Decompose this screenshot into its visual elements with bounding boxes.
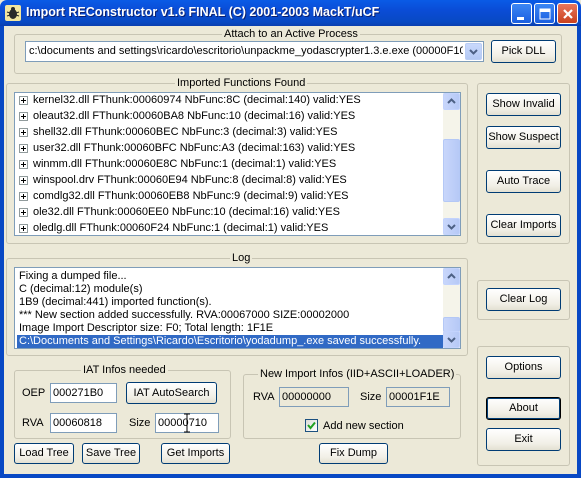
add-section-checkbox[interactable]	[305, 419, 318, 432]
add-section-label: Add new section	[323, 420, 404, 432]
new-import-rva-label: RVA	[253, 391, 275, 403]
maximize-button[interactable]	[534, 3, 555, 24]
expand-plus-icon[interactable]	[19, 160, 28, 169]
attach-group-label: Attach to an Active Process	[222, 28, 360, 40]
oep-input[interactable]: 000271B0	[50, 383, 117, 403]
expand-plus-icon[interactable]	[19, 176, 28, 185]
iat-group-label: IAT Infos needed	[81, 364, 168, 376]
process-combobox-value: c:\documents and settings\ricardo\escrit…	[29, 45, 463, 57]
exit-button[interactable]: Exit	[486, 428, 561, 451]
process-combobox[interactable]: c:\documents and settings\ricardo\escrit…	[25, 41, 484, 62]
maximize-icon	[539, 8, 551, 20]
expand-plus-icon[interactable]	[19, 112, 28, 121]
clear-imports-button[interactable]: Clear Imports	[486, 214, 561, 237]
new-import-group-label: New Import Infos (IID+ASCII+LOADER)	[258, 368, 457, 380]
log-listbox[interactable]: Fixing a dumped file... C (decimal:12) m…	[14, 267, 461, 349]
new-import-rva-field: 00000000	[279, 387, 349, 407]
window-title: Import REConstructor v1.6 FINAL (C) 2001…	[26, 5, 380, 19]
expand-plus-icon[interactable]	[19, 96, 28, 105]
log-line-selected[interactable]: C:\Documents and Settings\Ricardo\Escrit…	[17, 335, 443, 348]
show-suspect-button[interactable]: Show Suspect	[486, 126, 561, 149]
scroll-down-icon[interactable]	[443, 331, 460, 348]
options-button[interactable]: Options	[486, 356, 561, 379]
expand-plus-icon[interactable]	[19, 208, 28, 217]
show-invalid-button[interactable]: Show Invalid	[486, 93, 561, 116]
expand-plus-icon[interactable]	[19, 128, 28, 137]
title-bar[interactable]: Import REConstructor v1.6 FINAL (C) 2001…	[0, 0, 581, 26]
pick-dll-button[interactable]: Pick DLL	[491, 40, 556, 63]
log-line: C (decimal:12) module(s)	[19, 283, 143, 295]
new-import-size-label: Size	[360, 391, 382, 403]
log-line: 1B9 (decimal:441) imported function(s).	[19, 296, 212, 308]
close-icon	[563, 9, 573, 19]
tree-row[interactable]: oleaut32.dll FThunk:00060BA8 NbFunc:10 (…	[15, 109, 445, 125]
expand-plus-icon[interactable]	[19, 224, 28, 233]
rva-label: RVA	[22, 417, 44, 429]
save-tree-button[interactable]: Save Tree	[82, 443, 140, 464]
bug-icon	[5, 5, 21, 21]
log-line: Fixing a dumped file...	[19, 270, 127, 282]
expand-plus-icon[interactable]	[19, 144, 28, 153]
log-scrollbar[interactable]	[443, 268, 460, 348]
size-label: Size	[129, 417, 151, 429]
fix-dump-button[interactable]: Fix Dump	[319, 443, 388, 464]
tree-row[interactable]: user32.dll FThunk:00060BFC NbFunc:A3 (de…	[15, 141, 445, 157]
get-imports-button[interactable]: Get Imports	[161, 443, 230, 464]
imports-scrollbar[interactable]	[443, 93, 460, 235]
auto-trace-button[interactable]: Auto Trace	[486, 170, 561, 193]
tree-row[interactable]: winmm.dll FThunk:00060E8C NbFunc:1 (deci…	[15, 157, 445, 173]
scroll-thumb[interactable]	[443, 317, 460, 332]
rva-input[interactable]: 00060818	[50, 413, 117, 433]
log-line: *** New section added successfully. RVA:…	[19, 309, 350, 321]
new-import-size-field: 00001F1E	[386, 387, 450, 407]
log-group-label: Log	[230, 252, 253, 264]
close-button[interactable]	[557, 3, 578, 24]
oep-label: OEP	[22, 387, 46, 399]
imports-tree[interactable]: kernel32.dll FThunk:00060974 NbFunc:8C (…	[14, 92, 461, 236]
about-button[interactable]: About	[486, 397, 561, 420]
tree-row[interactable]: ole32.dll FThunk:00060EE0 NbFunc:10 (dec…	[15, 205, 445, 221]
expand-plus-icon[interactable]	[19, 192, 28, 201]
tree-row[interactable]: oledlg.dll FThunk:00060F24 NbFunc:1 (dec…	[15, 221, 445, 235]
checkmark-icon	[307, 421, 316, 430]
iat-autosearch-button[interactable]: IAT AutoSearch	[126, 382, 217, 404]
scroll-up-icon[interactable]	[443, 268, 460, 285]
tree-row[interactable]: comdlg32.dll FThunk:00060EB8 NbFunc:9 (d…	[15, 189, 445, 205]
minimize-button[interactable]	[511, 3, 532, 24]
clear-log-button[interactable]: Clear Log	[486, 288, 561, 311]
minimize-icon	[517, 17, 524, 20]
dropdown-arrow-icon[interactable]	[465, 43, 482, 60]
text-cursor-icon	[184, 413, 190, 433]
log-line: Image Import Descriptor size: F0; Total …	[19, 322, 274, 334]
tree-row[interactable]: shell32.dll FThunk:00060BEC NbFunc:3 (de…	[15, 125, 445, 141]
tree-row[interactable]: kernel32.dll FThunk:00060974 NbFunc:8C (…	[15, 93, 445, 109]
load-tree-button[interactable]: Load Tree	[14, 443, 74, 464]
scroll-thumb[interactable]	[443, 139, 460, 202]
imports-group-label: Imported Functions Found	[175, 77, 308, 89]
scroll-up-icon[interactable]	[443, 93, 460, 110]
scroll-down-icon[interactable]	[443, 218, 460, 235]
tree-row[interactable]: winspool.drv FThunk:00060E94 NbFunc:8 (d…	[15, 173, 445, 189]
